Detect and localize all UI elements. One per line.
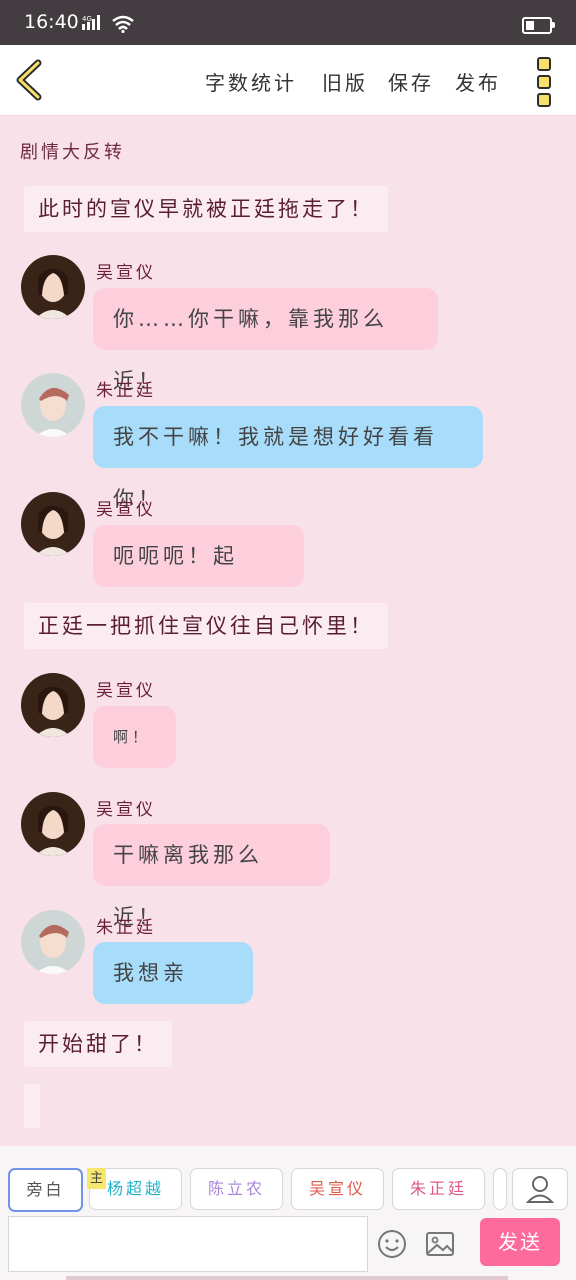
old-version-button[interactable]: 旧版	[322, 67, 368, 96]
avatar[interactable]	[21, 255, 85, 319]
editor-toolbar: 字数统计 旧版 保存 发布	[0, 45, 576, 116]
chat-bubble[interactable]: 啊！	[93, 706, 176, 768]
speaker-name: 朱正廷	[96, 918, 156, 938]
new-message-placeholder[interactable]	[24, 1084, 40, 1128]
chat-bubble[interactable]: 我想亲你！	[93, 942, 253, 1047]
publish-button[interactable]: 发布	[455, 67, 501, 96]
role-chip-zhu-zhengting[interactable]: 朱正廷	[392, 1168, 485, 1210]
avatar[interactable]	[21, 492, 85, 556]
chat-bubble[interactable]: 干嘛离我那么近！	[93, 824, 330, 929]
send-button[interactable]: 发送	[480, 1218, 560, 1266]
scene-title: 剧情大反转	[20, 142, 125, 163]
role-chip-wu-xuanyi[interactable]: 吴宣仪	[291, 1168, 384, 1210]
battery-icon	[522, 17, 555, 34]
avatar[interactable]	[21, 373, 85, 437]
speaker-name: 吴宣仪	[96, 500, 156, 520]
avatar[interactable]	[21, 792, 85, 856]
chat-bubble[interactable]: 你……你干嘛，靠我那么近！	[93, 288, 438, 393]
status-time: 16:40	[24, 11, 79, 33]
role-chip-overflow[interactable]	[493, 1168, 507, 1210]
word-count-button[interactable]: 字数统计	[205, 67, 297, 96]
chat-bubble[interactable]: 呃呃呃！起开！	[93, 525, 304, 630]
main-role-badge: 主	[87, 1168, 106, 1189]
image-icon[interactable]	[424, 1228, 456, 1260]
role-chip-chen-linong[interactable]: 陈立农	[190, 1168, 283, 1210]
smiley-icon[interactable]	[376, 1228, 408, 1260]
chat-bubble[interactable]: 我不干嘛！我就是想好好看看你！	[93, 406, 483, 511]
speaker-name: 吴宣仪	[96, 800, 156, 820]
narration-message[interactable]: 正廷一把抓住宣仪往自己怀里！	[24, 603, 388, 649]
svg-text:4G: 4G	[82, 15, 92, 23]
signal-icon: 4G	[82, 15, 100, 30]
role-chip-narrator[interactable]: 旁白	[8, 1168, 83, 1212]
speaker-name: 朱正廷	[96, 381, 156, 401]
avatar[interactable]	[21, 910, 85, 974]
wifi-icon	[112, 15, 134, 33]
narration-message[interactable]: 开始甜了！	[24, 1021, 172, 1067]
chevron-left-icon[interactable]	[14, 59, 44, 101]
message-input[interactable]	[8, 1216, 368, 1272]
speaker-name: 吴宣仪	[96, 681, 156, 701]
more-vertical-icon[interactable]	[537, 57, 551, 111]
user-icon[interactable]	[512, 1168, 568, 1210]
save-button[interactable]: 保存	[388, 67, 434, 96]
speaker-name: 吴宣仪	[96, 263, 156, 283]
status-bar: 16:40 4G	[0, 0, 576, 45]
bottom-scroll-indicator	[66, 1276, 508, 1280]
avatar[interactable]	[21, 673, 85, 737]
narration-message[interactable]: 此时的宣仪早就被正廷拖走了！	[24, 186, 388, 232]
